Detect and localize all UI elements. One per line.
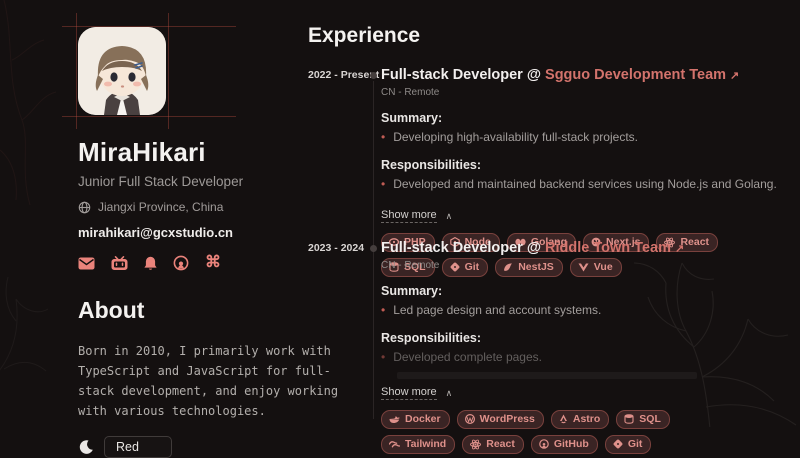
responsibility-text: Developed and maintained backend service… — [393, 176, 777, 192]
summary-item: • Developing high-availability full-stac… — [381, 129, 786, 145]
entry-role: Full-stack Developer @ — [381, 67, 541, 83]
moon-icon[interactable] — [78, 439, 94, 455]
entry-period: 2022 - Present — [308, 69, 379, 81]
bell-icon[interactable] — [144, 256, 157, 271]
tag-docker: Docker — [381, 410, 450, 429]
entry-role: Full-stack Developer @ — [381, 240, 541, 256]
entry-period: 2023 - 2024 — [308, 242, 364, 254]
profile-name: MiraHikari — [78, 137, 318, 168]
responsibilities-label: Responsibilities: — [381, 331, 786, 345]
tag-label: SQL — [639, 413, 661, 425]
experience-entry: 2023 - 2024 Full-stack Developer @ Riddl… — [308, 239, 786, 454]
tag-wordpress: WordPress — [457, 410, 544, 429]
mail-icon[interactable] — [78, 257, 95, 270]
theme-select[interactable]: Red — [104, 436, 172, 458]
email-link[interactable]: mirahikari@gcxstudio.cn — [78, 225, 318, 240]
responsibility-item: • Developed and maintained backend servi… — [381, 176, 786, 192]
avatar-illustration — [78, 27, 166, 115]
tag-label: Docker — [405, 413, 441, 425]
sql-icon — [624, 414, 634, 424]
tag-label: Astro — [573, 413, 600, 425]
summary-text: Led page design and account systems. — [393, 302, 601, 318]
bullet-icon: • — [381, 349, 385, 365]
summary-label: Summary: — [381, 111, 786, 125]
github-icon[interactable] — [173, 255, 189, 271]
tailwind-icon — [389, 441, 400, 448]
timeline-dot — [370, 245, 377, 252]
tag-label: Tailwind — [405, 438, 446, 450]
tag-list: Docker WordPress Astro SQL Tailwind Reac… — [381, 410, 733, 454]
experience-section: Experience 2022 - Present Full-stack Dev… — [308, 24, 786, 419]
company-link[interactable]: Sgguo Development Team — [545, 67, 726, 83]
branch-decoration-bottom-left — [0, 259, 74, 379]
summary-text: Developing high-availability full-stack … — [393, 129, 638, 145]
globe-icon — [78, 201, 91, 214]
entry-location: CN - Remote — [381, 260, 786, 271]
profile-sidebar: MiraHikari Junior Full Stack Developer J… — [78, 27, 318, 458]
docker-icon — [389, 415, 400, 424]
bullet-icon: • — [381, 302, 385, 318]
react-icon — [470, 439, 481, 450]
tag-astro: Astro — [551, 410, 609, 429]
bullet-icon: • — [381, 176, 385, 192]
show-more-label[interactable]: Show more — [381, 386, 437, 400]
crop-mark-bottom — [62, 116, 236, 117]
summary-item: • Led page design and account systems. — [381, 302, 786, 318]
bio-text: Born in 2010, I primarily work with Type… — [78, 341, 340, 421]
about-title: About — [78, 297, 318, 324]
responsibility-text: Developed complete pages. — [393, 349, 542, 365]
company-link[interactable]: Riddle Town Team — [545, 240, 671, 256]
social-links: ⌘ — [78, 255, 318, 271]
tag-sql: SQL — [616, 410, 670, 429]
show-more-label[interactable]: Show more — [381, 209, 437, 223]
wordpress-icon — [465, 414, 475, 424]
tag-git: Git — [605, 435, 652, 454]
crop-mark-left — [76, 13, 77, 129]
theme-row: Red — [78, 436, 318, 458]
tag-label: Git — [628, 438, 643, 450]
external-link-icon[interactable]: ↗ — [675, 243, 684, 255]
bilibili-icon[interactable] — [111, 256, 128, 271]
summary-label: Summary: — [381, 284, 786, 298]
tag-github: GitHub — [531, 435, 598, 454]
location-text: Jiangxi Province, China — [98, 200, 223, 214]
astro-icon — [559, 414, 568, 424]
tag-label: GitHub — [554, 438, 589, 450]
tag-tailwind: Tailwind — [381, 435, 455, 454]
faded-text-line — [397, 372, 697, 379]
tag-label: WordPress — [480, 413, 535, 425]
git-icon — [613, 439, 623, 449]
external-link-icon[interactable]: ↗ — [730, 70, 739, 82]
avatar — [78, 27, 166, 115]
show-more-button[interactable]: Show more ∧ — [381, 386, 452, 400]
location-row: Jiangxi Province, China — [78, 200, 318, 214]
entry-title: Full-stack Developer @ Sgguo Development… — [381, 66, 786, 85]
experience-title: Experience — [308, 24, 786, 48]
responsibilities-label: Responsibilities: — [381, 158, 786, 172]
crop-mark-right — [168, 13, 169, 129]
tag-react: React — [462, 435, 524, 454]
github-icon — [539, 439, 549, 449]
entry-location: CN - Remote — [381, 87, 786, 98]
profile-role: Junior Full Stack Developer — [78, 174, 318, 189]
command-icon[interactable]: ⌘ — [205, 255, 221, 271]
timeline-dot — [370, 72, 377, 79]
responsibility-item: • Developed complete pages. — [381, 349, 786, 365]
bullet-icon: • — [381, 129, 385, 145]
show-more-button[interactable]: Show more ∧ — [381, 209, 452, 223]
chevron-up-icon[interactable]: ∧ — [446, 388, 453, 399]
chevron-up-icon[interactable]: ∧ — [446, 211, 453, 222]
avatar-frame — [78, 27, 166, 115]
portfolio-page: MiraHikari Junior Full Stack Developer J… — [0, 0, 800, 419]
entry-title: Full-stack Developer @ Riddle Town Team ↗ — [381, 239, 786, 258]
tag-label: React — [486, 438, 515, 450]
